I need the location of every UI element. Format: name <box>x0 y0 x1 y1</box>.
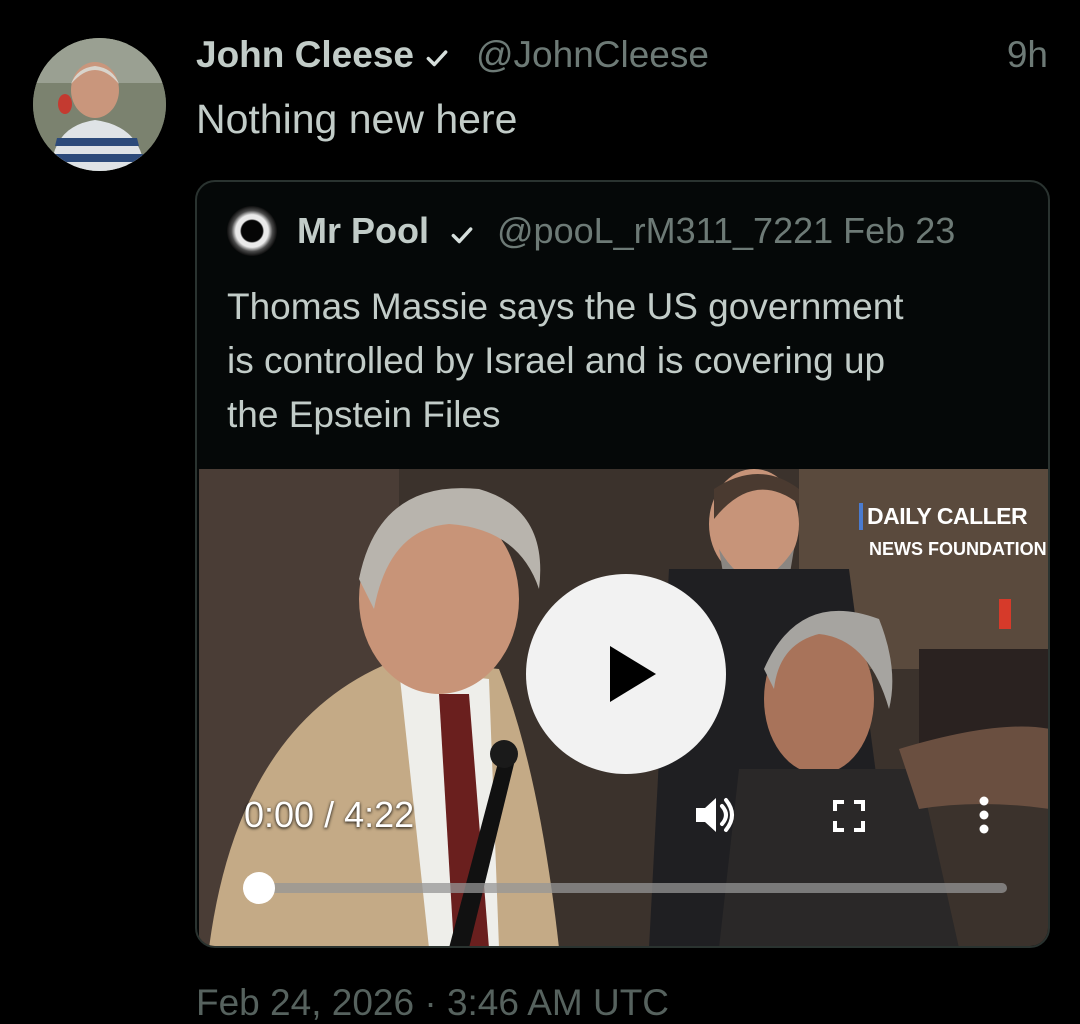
quoted-author-avatar[interactable] <box>227 206 277 256</box>
author-avatar[interactable] <box>33 38 166 171</box>
video-time: 0:00 / 4:22 <box>244 794 415 835</box>
video-player[interactable]: DAILY CALLER NEWS FOUNDATION 0:00 / 4:22 <box>199 469 1048 946</box>
tweet-header: John Cleese @JohnCleese 9h <box>196 30 1048 82</box>
quoted-author-handle-date[interactable]: @pooL_rM311_7221 Feb 23 <box>497 210 955 252</box>
quoted-tweet-card[interactable]: Mr Pool @pooL_rM311_7221 Feb 23 Thomas M… <box>195 180 1050 948</box>
tweet-timestamp[interactable]: Feb 24, 2026 · 3:46 AM UTC <box>196 982 669 1024</box>
quoted-author-name[interactable]: Mr Pool <box>297 210 429 252</box>
author-name[interactable]: John Cleese <box>196 34 414 76</box>
quoted-date: Feb 23 <box>843 210 956 251</box>
quoted-tweet-text: Thomas Massie says the US government is … <box>227 280 1027 442</box>
volume-icon[interactable] <box>694 794 740 836</box>
news-foundation-logo: NEWS FOUNDATION <box>869 539 1047 559</box>
quoted-text-line: Thomas Massie says the US government <box>227 286 904 327</box>
tweet-text: Nothing new here <box>196 96 518 142</box>
avatar-image <box>33 38 166 171</box>
play-button[interactable] <box>526 574 726 774</box>
video-progress-bar[interactable] <box>243 872 1007 904</box>
more-vertical-icon[interactable] <box>974 794 994 836</box>
fullscreen-icon[interactable] <box>832 799 866 833</box>
quoted-author-handle: @pooL_rM311_7221 <box>497 210 834 251</box>
relative-time[interactable]: 9h <box>1007 34 1048 76</box>
verified-check-icon <box>451 227 473 244</box>
verified-check-icon <box>426 50 448 67</box>
daily-caller-logo: DAILY CALLER <box>859 503 1028 530</box>
author-handle[interactable]: @JohnCleese <box>476 34 709 76</box>
progress-knob[interactable] <box>243 872 275 904</box>
quoted-text-line: is controlled by Israel and is covering … <box>227 340 886 381</box>
play-icon <box>610 646 656 702</box>
quoted-text-line: the Epstein Files <box>227 394 501 435</box>
